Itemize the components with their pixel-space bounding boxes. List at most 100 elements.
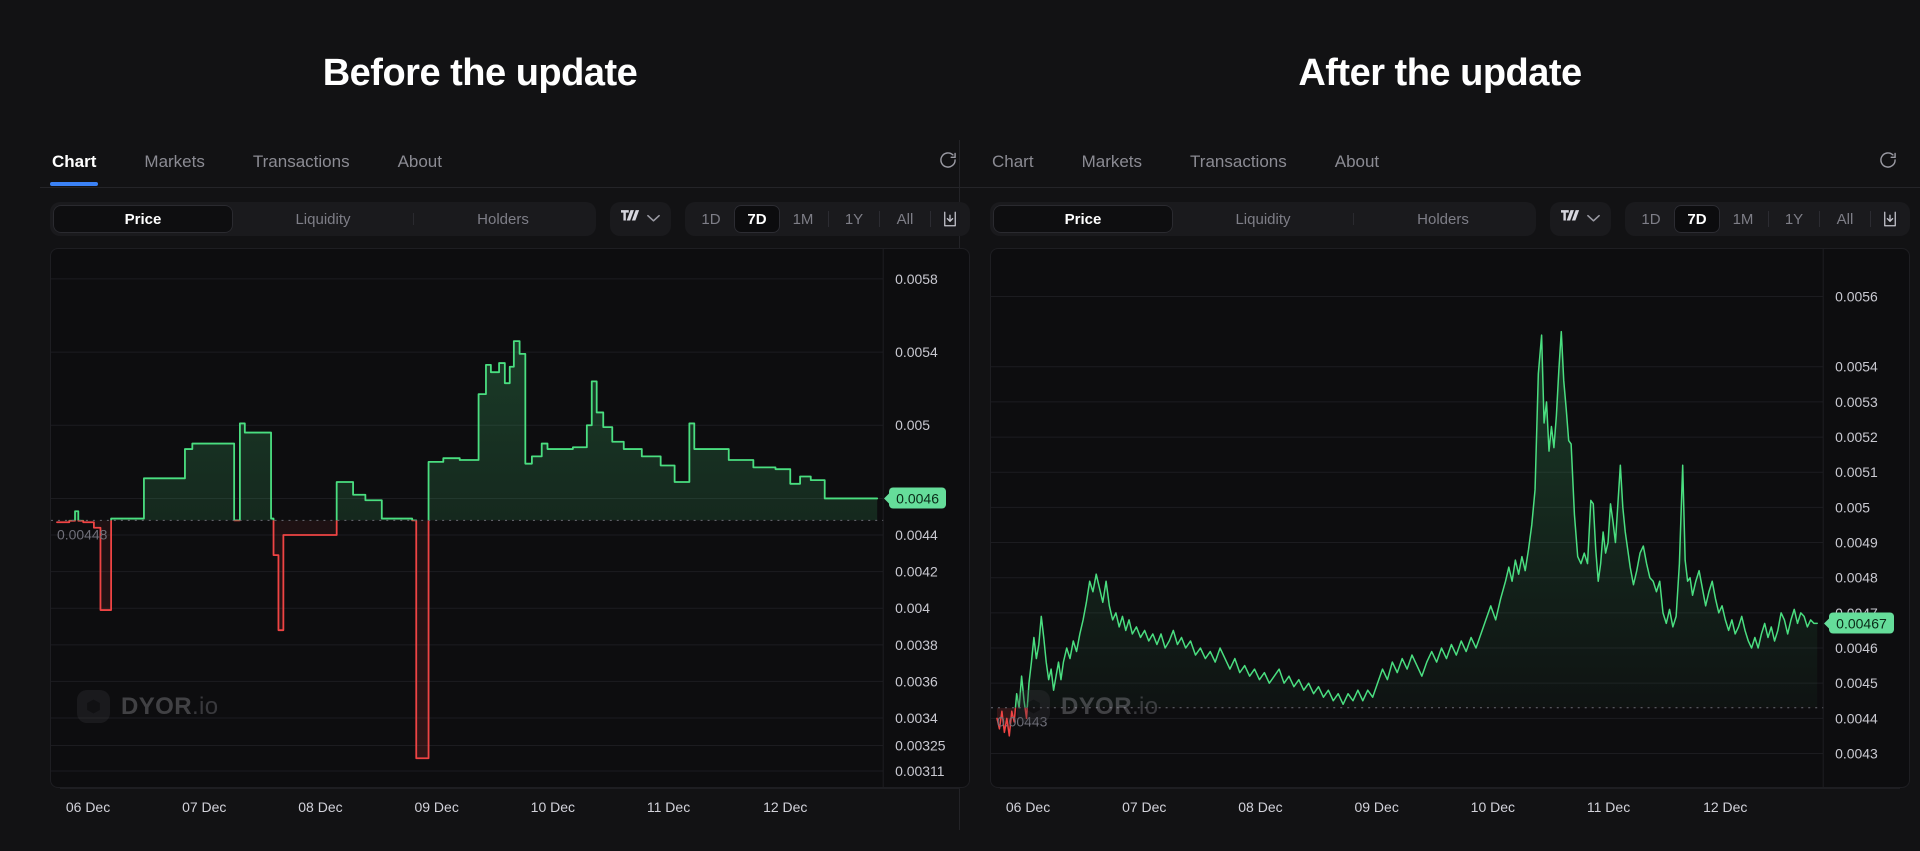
x-axis-tick: 09 Dec [1354,799,1399,815]
svg-text:0.0058: 0.0058 [895,271,938,287]
divider [1870,211,1871,227]
svg-text:0.005: 0.005 [1835,499,1870,515]
x-axis: 06 Dec 07 Dec 08 Dec 09 Dec 10 Dec 11 Dec 12 D… [1000,788,1900,822]
tradingview-icon [621,209,640,229]
divider [828,211,829,227]
divider [1819,211,1820,227]
svg-text:0.00448: 0.00448 [57,526,108,542]
control-bar: Price Liquidity Holders 1D 7D 1M 1Y All [980,188,1920,248]
current-price-badge: 0.00467 [1829,612,1894,634]
download-icon[interactable] [933,205,967,233]
timeframe-1d[interactable]: 1D [1628,205,1674,233]
timeframe-1m[interactable]: 1M [780,205,826,233]
svg-text:0.005: 0.005 [895,417,930,433]
chevron-down-icon [1587,210,1600,228]
download-icon[interactable] [1873,205,1907,233]
x-axis-tick: 08 Dec [298,799,343,815]
divider [879,211,880,227]
chart-canvas[interactable]: 0.00443 0.0056 0.0054 0.0053 0.0052 0.0051 0.0… [990,248,1910,788]
refresh-icon[interactable] [934,146,962,174]
x-axis-tick: 06 Dec [65,799,111,815]
x-axis-tick: 10 Dec [530,799,576,815]
tab-chart[interactable]: Chart [990,146,1036,186]
tab-bar: Chart Markets Transactions About [980,140,1920,188]
svg-text:0.0056: 0.0056 [1835,288,1878,304]
svg-text:0.0053: 0.0053 [1835,394,1878,410]
svg-text:0.0051: 0.0051 [1835,464,1878,480]
chart-area-after: 0.00443 0.0056 0.0054 0.0053 0.0052 0.0051 0.0… [980,248,1920,822]
svg-text:0.0049: 0.0049 [1835,535,1878,551]
metric-liquidity[interactable]: Liquidity [1173,205,1353,233]
tab-transactions[interactable]: Transactions [251,146,352,186]
svg-text:0.0045: 0.0045 [1835,675,1878,691]
page-title-after: After the update [1298,52,1582,94]
metric-segmented-control: Price Liquidity Holders [50,202,596,236]
svg-text:0.0044: 0.0044 [1835,710,1878,726]
x-axis-tick: 11 Dec [1586,799,1631,815]
tradingview-selector[interactable] [1550,202,1611,236]
svg-text:0.0052: 0.0052 [1835,429,1878,445]
svg-text:0.00443: 0.00443 [997,714,1048,730]
x-axis-tick: 10 Dec [1470,799,1516,815]
svg-text:0.0042: 0.0042 [895,564,938,580]
timeframe-1m[interactable]: 1M [1720,205,1766,233]
x-axis-tick: 12 Dec [1703,799,1748,815]
current-price-badge: 0.0046 [889,487,946,509]
svg-text:0.0046: 0.0046 [1835,640,1878,656]
page-title-before: Before the update [322,52,638,94]
svg-text:0.0038: 0.0038 [895,637,938,653]
metric-price[interactable]: Price [993,205,1173,233]
x-axis-tick: 07 Dec [1122,799,1167,815]
svg-text:0.0054: 0.0054 [895,344,938,360]
timeframe-1y[interactable]: 1Y [1771,205,1817,233]
timeframe-group: 1D 7D 1M 1Y All [1625,202,1910,236]
tab-bar: Chart Markets Transactions About [40,140,980,188]
svg-text:0.00325: 0.00325 [895,737,946,753]
tab-markets[interactable]: Markets [142,146,206,186]
panel-after: Chart Markets Transactions About Price L… [980,140,1920,830]
timeframe-7d[interactable]: 7D [734,205,780,233]
x-axis-tick: 08 Dec [1238,799,1283,815]
timeframe-7d[interactable]: 7D [1674,205,1720,233]
timeframe-all[interactable]: All [1822,205,1868,233]
svg-text:0.0054: 0.0054 [1835,359,1878,375]
x-axis: 06 Dec 07 Dec 08 Dec 09 Dec 10 Dec 11 Dec 12 D… [60,788,960,822]
svg-text:0.0034: 0.0034 [895,710,938,726]
tab-markets[interactable]: Markets [1080,146,1144,186]
tab-about[interactable]: About [396,146,444,186]
panel-before: Chart Markets Transactions About Price L… [40,140,980,830]
x-axis-tick: 12 Dec [763,799,808,815]
svg-text:0.0044: 0.0044 [895,527,938,543]
tab-chart[interactable]: Chart [50,146,99,186]
chevron-down-icon [647,210,660,228]
metric-holders[interactable]: Holders [413,205,593,233]
svg-text:0.0048: 0.0048 [1835,570,1878,586]
price-chart-svg: 0.00448 0.0058 0.0054 0.005 0.0046 0.0044 0.00… [51,249,946,787]
screenshot-root: Before the update After the update Chart… [0,0,1920,851]
metric-price[interactable]: Price [53,205,233,233]
refresh-icon[interactable] [1874,146,1902,174]
price-chart-svg: 0.00443 0.0056 0.0054 0.0053 0.0052 0.0051 0.0… [991,249,1878,787]
tab-transactions[interactable]: Transactions [1188,146,1289,186]
x-axis-tick: 09 Dec [414,799,459,815]
timeframe-all[interactable]: All [882,205,928,233]
x-axis-tick: 07 Dec [182,799,227,815]
metric-liquidity[interactable]: Liquidity [233,205,413,233]
x-axis-tick: 11 Dec [646,799,691,815]
chart-area-before: 0.00448 0.0058 0.0054 0.005 0.0046 0.0044 0.00… [40,248,980,822]
tradingview-icon [1561,209,1580,229]
svg-text:0.004: 0.004 [895,600,930,616]
svg-text:0.0036: 0.0036 [895,673,938,689]
timeframe-group: 1D 7D 1M 1Y All [685,202,970,236]
tab-about[interactable]: About [1333,146,1381,186]
chart-canvas[interactable]: 0.00448 0.0058 0.0054 0.005 0.0046 0.0044 0.00… [50,248,970,788]
timeframe-1y[interactable]: 1Y [831,205,877,233]
svg-text:0.00311: 0.00311 [895,763,945,779]
metric-holders[interactable]: Holders [1353,205,1533,233]
divider [930,211,931,227]
control-bar: Price Liquidity Holders 1D 7D 1M 1Y All [40,188,980,248]
divider [1768,211,1769,227]
tradingview-selector[interactable] [610,202,671,236]
timeframe-1d[interactable]: 1D [688,205,734,233]
metric-segmented-control: Price Liquidity Holders [990,202,1536,236]
